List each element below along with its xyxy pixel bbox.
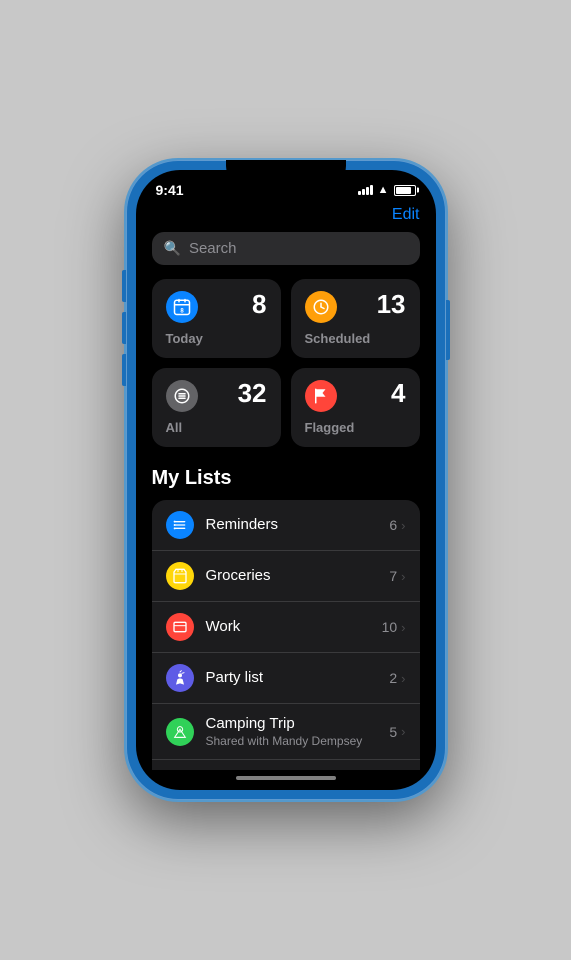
party-meta: 2 › <box>389 670 405 686</box>
work-count: 10 <box>382 619 398 635</box>
today-label: Today <box>166 331 267 346</box>
camping-icon <box>166 718 194 746</box>
flagged-card-top: 4 <box>305 380 406 412</box>
groceries-info: Groceries <box>206 567 378 585</box>
wifi-icon: ▲ <box>378 184 389 196</box>
work-icon <box>166 613 194 641</box>
notch <box>226 160 346 184</box>
party-icon <box>166 664 194 692</box>
reminders-count: 6 <box>389 517 397 533</box>
status-time: 9:41 <box>156 182 184 198</box>
camping-meta: 5 › <box>389 724 405 740</box>
today-icon: 8 <box>166 291 198 323</box>
list-item-groceries[interactable]: Groceries 7 › <box>152 551 420 602</box>
groceries-chevron: › <box>401 569 405 584</box>
signal-icon <box>358 185 373 195</box>
all-count: 32 <box>238 380 267 406</box>
scheduled-label: Scheduled <box>305 331 406 346</box>
party-name: Party list <box>206 669 264 686</box>
lists-container: Reminders 6 › <box>152 500 420 770</box>
battery-icon <box>394 185 416 196</box>
groceries-count: 7 <box>389 568 397 584</box>
camping-subtitle: Shared with Mandy Dempsey <box>206 734 378 748</box>
list-item-travel[interactable]: Travel 2 › <box>152 760 420 770</box>
list-item-work[interactable]: Work 10 › <box>152 602 420 653</box>
phone-frame: 9:41 ▲ Edit 🔍 Search <box>126 160 446 800</box>
search-bar[interactable]: 🔍 Search <box>152 232 420 265</box>
party-info: Party list <box>206 669 378 687</box>
home-bar <box>236 776 336 780</box>
status-icons: ▲ <box>358 184 416 196</box>
search-icon: 🔍 <box>164 240 181 257</box>
work-meta: 10 › <box>382 619 406 635</box>
today-card-top: 8 8 <box>166 291 267 323</box>
party-count: 2 <box>389 670 397 686</box>
camping-chevron: › <box>401 724 405 739</box>
flagged-count: 4 <box>391 380 405 406</box>
all-card-top: 32 <box>166 380 267 412</box>
flagged-label: Flagged <box>305 420 406 435</box>
home-indicator <box>136 770 436 790</box>
flagged-card[interactable]: 4 Flagged <box>291 368 420 447</box>
work-chevron: › <box>401 620 405 635</box>
smart-lists-grid: 8 8 Today <box>152 279 420 447</box>
scheduled-card[interactable]: 13 Scheduled <box>291 279 420 358</box>
reminders-info: Reminders <box>206 516 378 534</box>
all-label: All <box>166 420 267 435</box>
phone-screen: 9:41 ▲ Edit 🔍 Search <box>136 170 436 790</box>
reminders-chevron: › <box>401 518 405 533</box>
battery-fill <box>396 187 411 194</box>
camping-name: Camping Trip <box>206 715 295 732</box>
main-content: Edit 🔍 Search <box>136 202 436 770</box>
edit-button[interactable]: Edit <box>392 206 420 224</box>
scheduled-icon <box>305 291 337 323</box>
party-chevron: › <box>401 671 405 686</box>
work-name: Work <box>206 618 241 635</box>
reminders-icon <box>166 511 194 539</box>
all-card[interactable]: 32 All <box>152 368 281 447</box>
all-icon <box>166 380 198 412</box>
svg-text:8: 8 <box>180 308 184 314</box>
groceries-icon <box>166 562 194 590</box>
today-card[interactable]: 8 8 Today <box>152 279 281 358</box>
camping-count: 5 <box>389 724 397 740</box>
search-placeholder: Search <box>189 240 237 257</box>
list-item-camping[interactable]: Camping Trip Shared with Mandy Dempsey 5… <box>152 704 420 760</box>
camping-info: Camping Trip Shared with Mandy Dempsey <box>206 715 378 748</box>
reminders-meta: 6 › <box>389 517 405 533</box>
list-item-reminders[interactable]: Reminders 6 › <box>152 500 420 551</box>
flagged-icon <box>305 380 337 412</box>
reminders-name: Reminders <box>206 516 279 533</box>
scheduled-card-top: 13 <box>305 291 406 323</box>
today-count: 8 <box>252 291 266 317</box>
groceries-meta: 7 › <box>389 568 405 584</box>
list-item-party[interactable]: Party list 2 › <box>152 653 420 704</box>
my-lists-heading: My Lists <box>152 467 420 490</box>
scheduled-count: 13 <box>377 291 406 317</box>
groceries-name: Groceries <box>206 567 271 584</box>
work-info: Work <box>206 618 370 636</box>
top-bar: Edit <box>152 202 420 232</box>
